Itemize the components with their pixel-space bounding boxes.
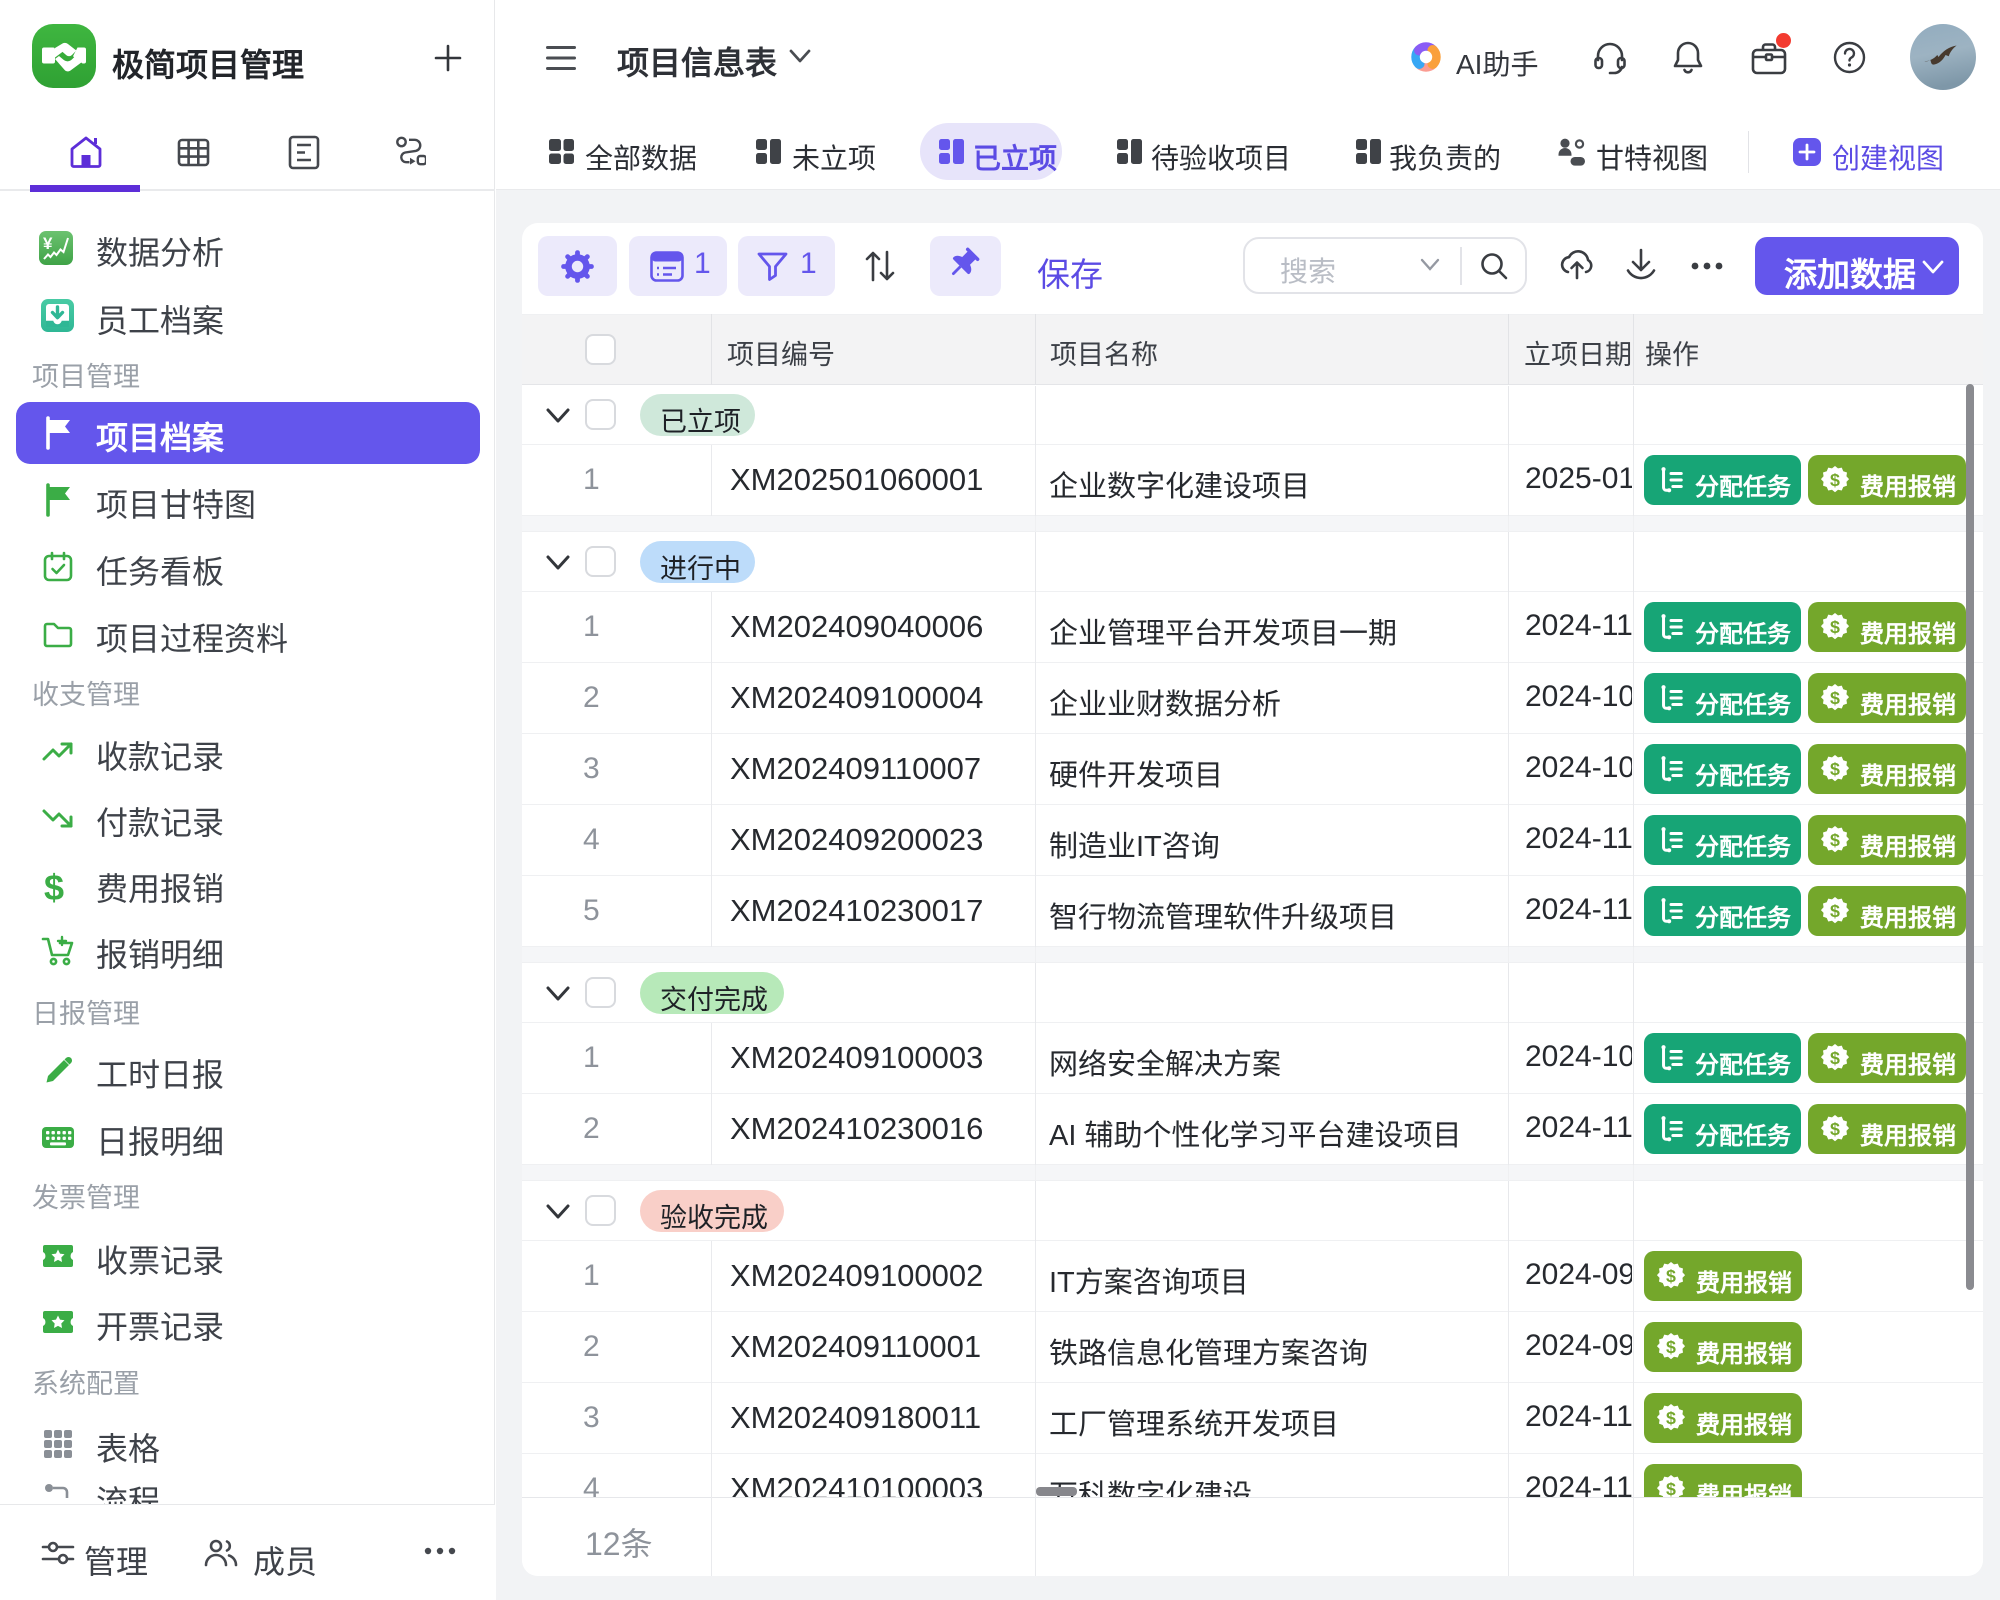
svg-text:$: $: [1830, 470, 1840, 490]
svg-text:$: $: [1830, 1119, 1840, 1139]
svg-text:$: $: [1830, 617, 1840, 637]
svg-text:$: $: [1666, 1479, 1676, 1497]
svg-text:$: $: [1830, 688, 1840, 708]
svg-text:$: $: [1830, 759, 1840, 779]
svg-text:$: $: [1666, 1337, 1676, 1357]
svg-text:$: $: [1830, 1048, 1840, 1068]
svg-text:$: $: [1830, 901, 1840, 921]
svg-text:¥: ¥: [43, 234, 53, 253]
svg-text:$: $: [1830, 830, 1840, 850]
svg-text:$: $: [1666, 1266, 1676, 1286]
svg-text:$: $: [1666, 1408, 1676, 1428]
